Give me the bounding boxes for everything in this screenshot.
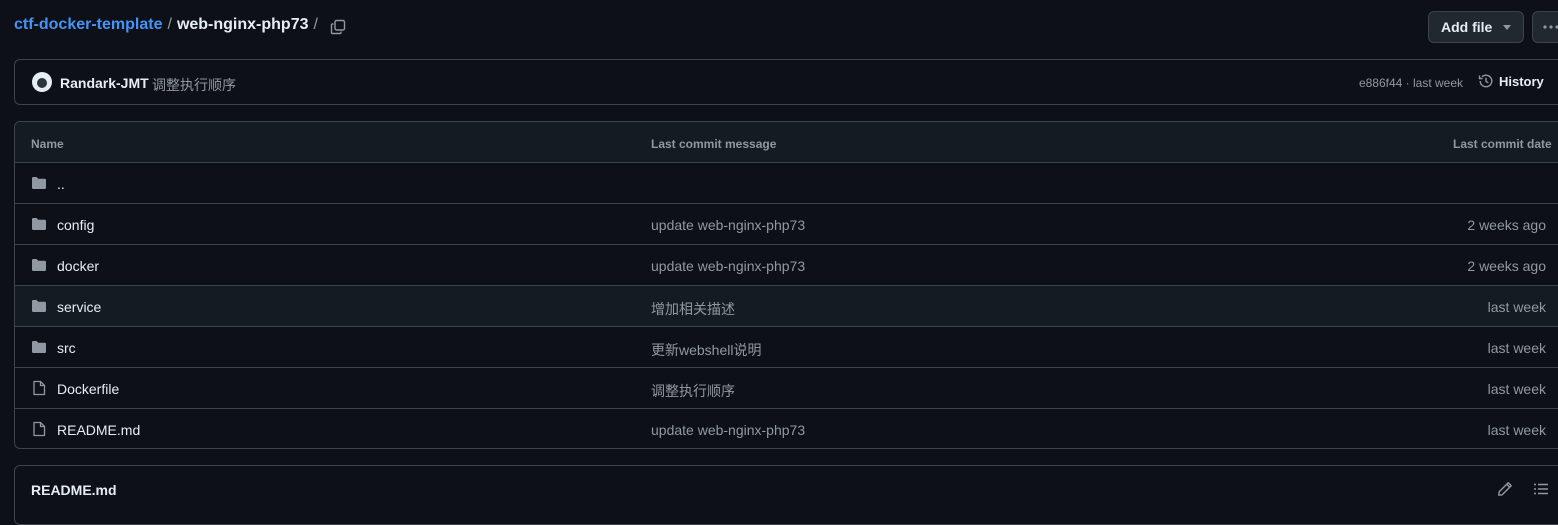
table-row[interactable]: .. — [15, 163, 1558, 203]
folder-icon — [31, 298, 47, 314]
copy-icon — [330, 19, 346, 35]
file-name-link[interactable]: Dockerfile — [57, 381, 119, 397]
outline-button[interactable] — [1533, 481, 1549, 497]
column-header-commit-date: Last commit date — [1453, 137, 1552, 151]
breadcrumb-separator: / — [167, 16, 172, 33]
readme-title[interactable]: README.md — [31, 482, 117, 498]
pencil-icon — [1498, 482, 1512, 496]
copy-path-button[interactable] — [326, 14, 350, 40]
breadcrumb-current-folder: web-nginx-php73 — [176, 16, 309, 33]
file-name-link[interactable]: service — [57, 299, 101, 315]
breadcrumb-trailing-separator: / — [313, 16, 318, 33]
file-icon — [31, 421, 47, 437]
table-row[interactable]: README.md update web-nginx-php73 last we… — [15, 408, 1558, 448]
file-name-link[interactable]: config — [57, 217, 94, 233]
commit-message-link[interactable]: update web-nginx-php73 — [651, 422, 805, 438]
table-row[interactable]: service 增加相关描述 last week — [15, 285, 1558, 326]
history-icon — [1478, 74, 1493, 88]
commit-message-link[interactable]: 增加相关描述 — [651, 299, 735, 319]
file-name-link[interactable]: src — [57, 340, 76, 356]
table-row[interactable]: Dockerfile 调整执行顺序 last week — [15, 367, 1558, 408]
add-file-button[interactable]: Add file — [1428, 11, 1524, 43]
table-body: .. config update web-nginx-php73 2 weeks… — [15, 163, 1558, 448]
file-name-link[interactable]: docker — [57, 258, 99, 274]
file-name-link[interactable]: .. — [57, 176, 65, 192]
folder-icon — [31, 175, 47, 191]
file-name-link[interactable]: README.md — [57, 422, 140, 438]
column-header-name: Name — [31, 137, 64, 151]
commit-author[interactable]: Randark-JMT — [60, 75, 149, 91]
table-row[interactable]: docker update web-nginx-php73 2 weeks ag… — [15, 244, 1558, 285]
column-header-commit-message: Last commit message — [651, 137, 777, 151]
commit-date: last week — [1487, 340, 1546, 356]
commit-sha-and-time[interactable]: e886f44 · last week — [1359, 76, 1463, 90]
edit-readme-button[interactable] — [1497, 481, 1513, 497]
add-file-label: Add file — [1441, 19, 1493, 35]
readme-panel: README.md — [14, 465, 1558, 525]
kebab-horizontal-icon — [1543, 25, 1558, 29]
table-row[interactable]: config update web-nginx-php73 2 weeks ag… — [15, 203, 1558, 244]
top-bar: ctf-docker-template / web-nginx-php73 / … — [0, 0, 1558, 56]
commit-message-link[interactable]: update web-nginx-php73 — [651, 258, 805, 274]
commit-date: 2 weeks ago — [1467, 258, 1546, 274]
list-unordered-icon — [1534, 483, 1548, 495]
commit-message[interactable]: 调整执行顺序 — [152, 75, 236, 95]
file-icon — [31, 380, 47, 396]
commit-message-link[interactable]: 调整执行顺序 — [651, 381, 735, 401]
commit-date: last week — [1487, 381, 1546, 397]
history-label: History — [1499, 73, 1544, 89]
avatar[interactable] — [32, 72, 52, 92]
more-options-button[interactable] — [1532, 11, 1558, 43]
folder-icon — [31, 257, 47, 273]
commit-date: last week — [1487, 422, 1546, 438]
file-table: Name Last commit message Last commit dat… — [14, 121, 1558, 449]
commit-date: last week — [1487, 299, 1546, 315]
folder-icon — [31, 216, 47, 232]
commit-message-link[interactable]: 更新webshell说明 — [651, 340, 761, 360]
latest-commit-bar: Randark-JMT 调整执行顺序 e886f44 · last week H… — [14, 59, 1558, 105]
breadcrumb-repo-link[interactable]: ctf-docker-template — [14, 16, 162, 34]
table-row[interactable]: src 更新webshell说明 last week — [15, 326, 1558, 367]
folder-icon — [31, 339, 47, 355]
commit-message-link[interactable]: update web-nginx-php73 — [651, 217, 805, 233]
history-button[interactable]: History — [1478, 73, 1544, 89]
commit-date: 2 weeks ago — [1467, 217, 1546, 233]
breadcrumb: ctf-docker-template / web-nginx-php73 / — [14, 16, 323, 34]
triangle-down-icon — [1503, 25, 1511, 30]
table-header: Name Last commit message Last commit dat… — [15, 122, 1558, 163]
